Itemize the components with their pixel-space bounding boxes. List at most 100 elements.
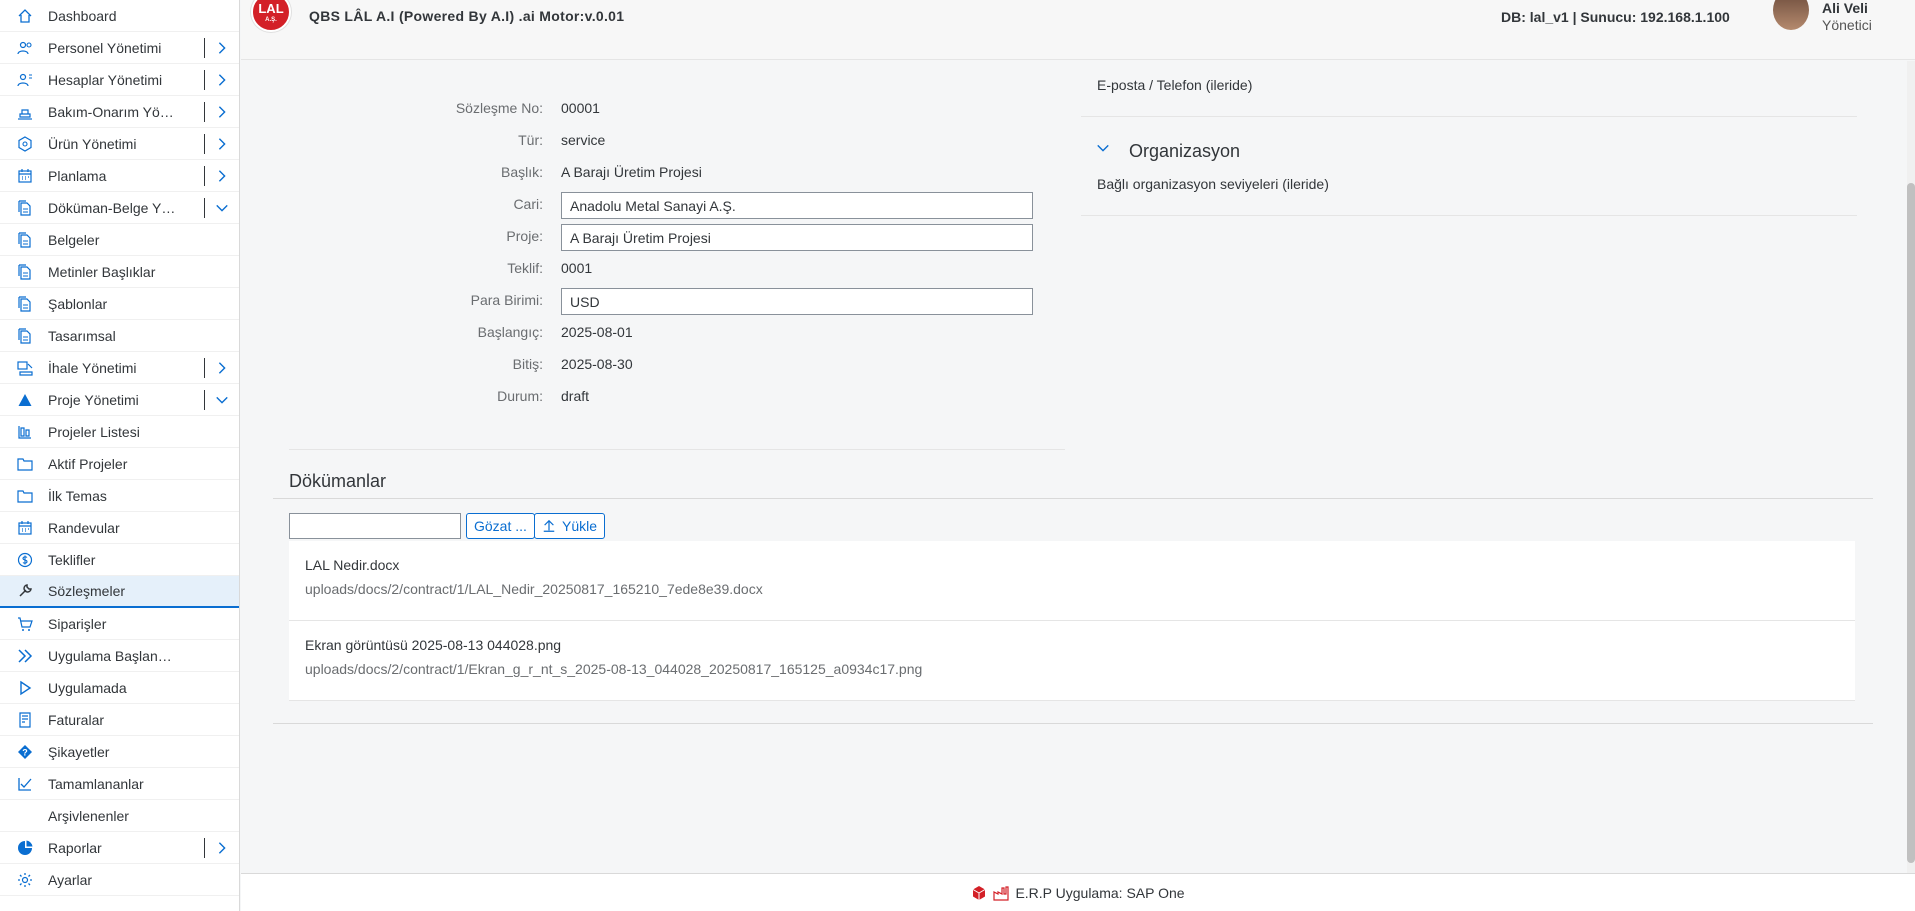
offer-value: 0001 [561,260,593,276]
sidebar-item-8[interactable]: Metinler Başlıklar [0,256,239,288]
browse-button-label: Gözat ... [474,518,527,534]
app-title: QBS LÂL A.I (Powered By A.I) .ai Motor:v… [309,8,625,24]
sidebar-item-9[interactable]: Şablonlar [0,288,239,320]
sidebar-item-24[interactable]: Tamamlananlar [0,768,239,800]
sidebar-item-0[interactable]: Dashboard [0,0,239,32]
sidebar-item-label: Şablonlar [48,295,108,312]
browse-button[interactable]: Gözat ... [466,513,535,539]
file-input[interactable] [289,513,461,539]
account-label: Cari: [513,196,543,212]
contact-divider [1081,116,1857,117]
sidebar-item-21[interactable]: Uygulamada [0,672,239,704]
sidebar-item-16[interactable]: Randevular [0,512,239,544]
sidebar-item-1[interactable]: Personel Yönetimi [0,32,239,64]
end-label: Bitiş: [512,356,543,372]
start-value: 2025-08-01 [561,324,633,340]
sidebar-item-label: Tasarımsal [48,327,116,344]
sidebar-item-label: Metinler Başlıklar [48,263,156,280]
sidebar-item-19[interactable]: Siparişler [0,608,239,640]
sidebar-item-label: Siparişler [48,615,107,632]
pie-icon [16,839,34,857]
question-icon: ? [16,743,34,761]
people-icon [16,39,34,57]
sidebar-item-label: Sözleşmeler [48,583,126,599]
avatar[interactable] [1773,0,1809,30]
document-name[interactable]: Ekran görüntüsü 2025-08-13 044028.png [305,637,561,653]
footer: E.R.P Uygulama: SAP One [241,873,1915,911]
list-item[interactable]: LAL Nedir.docx uploads/docs/2/contract/1/… [289,541,1855,621]
sidebar-item-12[interactable]: Proje Yönetimi [0,384,239,416]
document-path: uploads/docs/2/contract/1/Ekran_g_r_nt_s… [305,661,923,677]
form-divider [289,449,1065,450]
chevron-right-icon[interactable] [204,128,239,160]
sidebar-item-22[interactable]: Faturalar [0,704,239,736]
account-field[interactable]: Anadolu Metal Sanayi A.Ş. [561,192,1033,219]
sidebar-item-11[interactable]: İhale Yönetimi [0,352,239,384]
document-icon [16,199,34,217]
wrench-icon [16,582,34,600]
chevron-right-icon[interactable] [204,352,239,384]
calendar-icon [16,519,34,537]
sidebar-item-7[interactable]: Belgeler [0,224,239,256]
user-name: Ali Veli [1822,0,1868,16]
sidebar-item-17[interactable]: Teklifler [0,544,239,576]
chevron-right-icon[interactable] [204,96,239,128]
chevron-right-icon[interactable] [204,832,239,864]
cart-icon [16,615,34,633]
sidebar-item-14[interactable]: Aktif Projeler [0,448,239,480]
scroll-thumb[interactable] [1907,183,1915,863]
sidebar-item-18[interactable]: Sözleşmeler [0,576,239,608]
chevron-right-icon[interactable] [204,160,239,192]
documents-title-divider [273,498,1873,499]
gear-icon [16,871,34,889]
sidebar-item-25[interactable]: Arşivlenenler [0,800,239,832]
end-value: 2025-08-30 [561,356,633,372]
start-label: Başlangıç: [477,324,543,340]
invoice-icon [16,711,34,729]
sidebar-item-label: İlk Temas [48,487,107,504]
sidebar-item-label: Dashboard [48,7,117,24]
company-logo[interactable]: LAL A.Ş. [251,0,291,32]
list-icon [16,423,34,441]
document-icon [16,295,34,313]
factory-icon [993,885,1010,901]
cube-icon [971,885,987,901]
sidebar-item-4[interactable]: Ürün Yönetimi [0,128,239,160]
sidebar-item-2[interactable]: Hesaplar Yönetimi [0,64,239,96]
sidebar-item-20[interactable]: Uygulama Başlangıcı [0,640,239,672]
sidebar-item-6[interactable]: Döküman-Belge Yön... [0,192,239,224]
sidebar-item-26[interactable]: Raporlar [0,832,239,864]
organization-divider [1081,215,1857,216]
sidebar: Dashboard Personel Yönetimi Hesaplar Yönet… [0,0,240,911]
documents-title: Dökümanlar [289,471,387,491]
sidebar-item-10[interactable]: Tasarımsal [0,320,239,352]
sidebar-item-13[interactable]: Projeler Listesi [0,416,239,448]
sidebar-item-label: Şikayetler [48,743,110,760]
project-field[interactable]: A Barajı Üretim Projesi [561,224,1033,251]
document-name[interactable]: LAL Nedir.docx [305,557,399,573]
product-icon [16,135,34,153]
upload-button[interactable]: Yükle [534,513,606,539]
list-item[interactable]: Ekran görüntüsü 2025-08-13 044028.png upl… [289,621,1855,701]
chevron-right-icon[interactable] [204,64,239,96]
sidebar-item-15[interactable]: İlk Temas [0,480,239,512]
sidebar-item-5[interactable]: Planlama [0,160,239,192]
document-icon [16,263,34,281]
chevron-down-icon[interactable] [204,384,239,416]
folder-icon [16,487,34,505]
scrollbar[interactable] [1907,61,1915,873]
check-icon [16,775,34,793]
currency-field[interactable]: USD [561,288,1033,315]
chevron-right-icon[interactable] [204,32,239,64]
sidebar-item-23[interactable]: ? Şikayetler [0,736,239,768]
accounts-icon [16,71,34,89]
chevron-down-icon[interactable] [204,192,239,224]
status-label: Durum: [497,388,543,404]
title-label: Başlık: [500,164,543,180]
sidebar-item-27[interactable]: Ayarlar [0,864,239,896]
dollar-icon [16,551,34,569]
chevron-down-icon[interactable] [1096,141,1110,155]
sidebar-item-3[interactable]: Bakım-Onarım Yöneti... [0,96,239,128]
project-label: Proje: [506,228,543,244]
sidebar-item-label: Belgeler [48,231,100,248]
